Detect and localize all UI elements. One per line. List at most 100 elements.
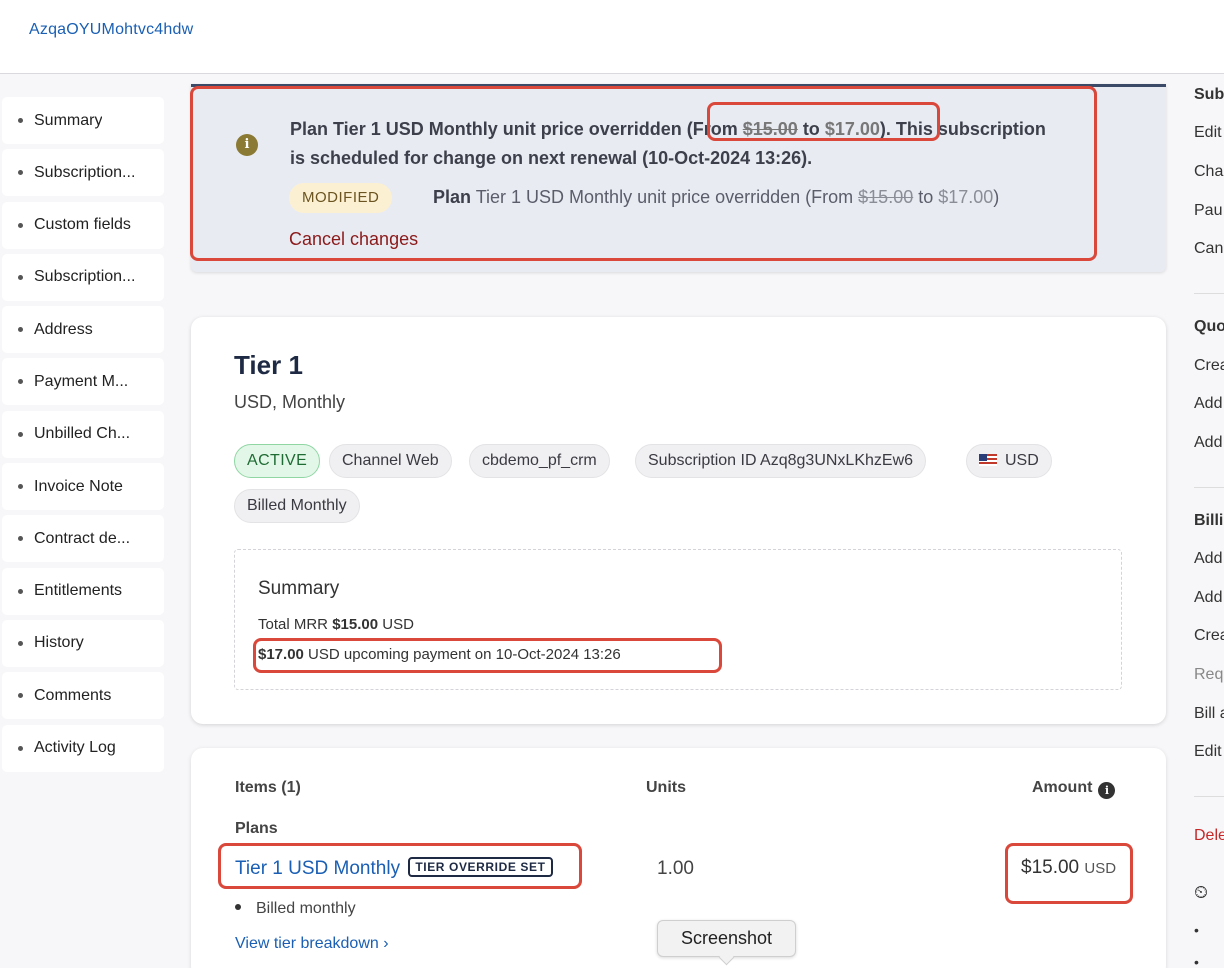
nav-item-label: Unbilled Ch... <box>34 425 131 443</box>
nav-item-label: Subscription... <box>34 163 136 181</box>
amount-value: $15.00 <box>1021 857 1080 878</box>
billing-chip: Billed Monthly <box>234 489 360 523</box>
banner-message: Plan Tier 1 USD Monthly unit price overr… <box>290 115 1050 173</box>
bullet-icon <box>18 327 23 333</box>
amount-currency: USD <box>1084 860 1117 877</box>
billing-edit-action[interactable]: Edit <box>1194 743 1222 761</box>
mod-old-price: $15.00 <box>858 187 914 207</box>
new-price: $17.00 <box>824 119 880 139</box>
bullet-icon: • <box>1194 954 1199 968</box>
divider <box>1194 293 1224 294</box>
pause-subscription-action[interactable]: Pau <box>1194 202 1222 220</box>
plan-name[interactable]: Tier 1 USD Monthly <box>235 858 400 879</box>
billing-add-action[interactable]: Add <box>1194 550 1222 568</box>
quotes-heading: Quo <box>1194 318 1224 335</box>
customer-id-link[interactable]: AzqaOYUMohtvc4hdw <box>29 21 193 39</box>
billed-info: Billed monthly <box>235 900 356 918</box>
plan-units: 1.00 <box>657 858 694 879</box>
banner-message-prefix: Plan Tier 1 USD Monthly unit price overr… <box>290 119 687 139</box>
cancel-subscription-action[interactable]: Can <box>1194 240 1223 258</box>
us-flag-icon <box>979 454 997 466</box>
nav-item-subscription[interactable]: Subscription... <box>2 149 164 197</box>
billing-heading: Billi <box>1194 512 1224 529</box>
items-header: Items (1) <box>235 779 301 796</box>
nav-item-subscription-2[interactable]: Subscription... <box>2 253 164 301</box>
tier-override-badge: TIER OVERRIDE SET <box>408 857 553 877</box>
nav-item-summary[interactable]: Summary <box>2 97 164 144</box>
subscription-id-chip: Subscription ID Azq8g3UNxLKhzEw6 <box>635 444 927 478</box>
nav-item-entitlements[interactable]: Entitlements <box>2 567 164 615</box>
nav-item-address[interactable]: Address <box>2 306 164 354</box>
info-icon[interactable]: i <box>1098 782 1116 799</box>
view-tier-breakdown-link[interactable]: View tier breakdown › <box>235 935 389 953</box>
banner-from: (From <box>686 119 743 139</box>
old-price: $15.00 <box>742 119 798 139</box>
nav-item-label: History <box>34 634 84 652</box>
bullet-icon <box>18 379 23 385</box>
subscription-card: Tier 1 USD, Monthly ACTIVE Channel Web c… <box>191 317 1166 724</box>
nav-item-invoice-note[interactable]: Invoice Note <box>2 463 164 511</box>
bullet-icon <box>18 588 23 594</box>
nav-item-contract-details[interactable]: Contract de... <box>2 515 164 563</box>
create-quote-action[interactable]: Crea <box>1194 357 1224 375</box>
top-bar: AzqaOYUMohtvc4hdw <box>0 0 1224 74</box>
nav-item-custom-fields[interactable]: Custom fields <box>2 201 164 249</box>
total-mrr: Total MRR $15.00 USD <box>258 616 414 633</box>
nav-item-label: Entitlements <box>34 582 123 600</box>
bullet-icon <box>18 745 23 751</box>
nav-item-payment-method[interactable]: Payment M... <box>2 358 164 406</box>
amount-header: Amount i <box>1032 779 1116 799</box>
nav-item-label: Custom fields <box>34 216 131 234</box>
bullet-icon <box>235 904 241 910</box>
plan-link[interactable]: Tier 1 USD Monthly TIER OVERRIDE SET <box>235 857 553 880</box>
billed-text: Billed monthly <box>256 900 356 917</box>
upcoming-payment: $17.00 USD upcoming payment on 10-Oct-20… <box>258 646 621 663</box>
plan-title: Tier 1 <box>234 350 303 380</box>
bullet-icon <box>18 170 23 176</box>
currency-chip: USD <box>966 444 1052 478</box>
modification-line: Plan Tier 1 USD Monthly unit price overr… <box>433 187 999 208</box>
billing-create-action[interactable]: Crea <box>1194 627 1224 645</box>
add-quote-action-2[interactable]: Add <box>1194 434 1222 452</box>
nav-item-comments[interactable]: Comments <box>2 672 164 720</box>
nav-item-label: Contract de... <box>34 529 131 547</box>
summary-box: Summary Total MRR $15.00 USD $17.00 USD … <box>234 549 1122 690</box>
channel-chip: Channel Web <box>329 444 452 478</box>
nav-item-activity-log[interactable]: Activity Log <box>2 724 164 772</box>
modified-badge: MODIFIED <box>289 183 393 213</box>
bullet-icon <box>18 222 23 228</box>
plan-subtitle: USD, Monthly <box>234 392 346 412</box>
mod-close-paren: ) <box>993 187 1000 207</box>
edit-subscription-action[interactable]: Edit <box>1194 124 1222 142</box>
delete-action[interactable]: Dele <box>1194 827 1224 845</box>
currency-label: USD <box>1005 452 1039 469</box>
upcoming-amount: $17.00 <box>258 646 304 663</box>
bullet-icon <box>18 536 23 542</box>
right-actions-panel: Sub Edit Cha Pau Can Quo Crea Add Add Bi… <box>1176 74 1224 968</box>
screenshot-tooltip: Screenshot <box>657 920 796 957</box>
cancel-changes-link[interactable]: Cancel changes <box>289 229 418 250</box>
change-subscription-action[interactable]: Cha <box>1194 163 1223 181</box>
bullet-icon <box>18 640 23 646</box>
nav-item-label: Activity Log <box>34 739 116 757</box>
nav-item-history[interactable]: History <box>2 619 164 667</box>
billing-add-action-2[interactable]: Add <box>1194 589 1222 607</box>
subscription-actions-heading: Sub <box>1194 86 1224 103</box>
mrr-currency: USD <box>378 616 414 633</box>
bill-action[interactable]: Bill a <box>1194 705 1224 723</box>
mod-text: Tier 1 USD Monthly unit price overridden… <box>471 187 859 207</box>
nav-item-unbilled-charges[interactable]: Unbilled Ch... <box>2 410 164 458</box>
bullet-icon <box>18 484 23 490</box>
info-icon: i <box>236 134 258 156</box>
mrr-label: Total MRR <box>258 616 333 633</box>
upcoming-text: USD upcoming payment on 10-Oct-2024 13:2… <box>303 646 621 663</box>
bullet-icon <box>18 693 23 699</box>
bullet-icon <box>18 431 23 437</box>
billing-request-action[interactable]: Req <box>1194 666 1223 684</box>
summary-title: Summary <box>258 578 340 599</box>
nav-item-label: Subscription... <box>34 268 136 286</box>
add-quote-action[interactable]: Add <box>1194 395 1222 413</box>
nav-item-label: Payment M... <box>34 372 129 390</box>
nav-item-label: Invoice Note <box>34 477 123 495</box>
divider <box>1194 796 1224 797</box>
